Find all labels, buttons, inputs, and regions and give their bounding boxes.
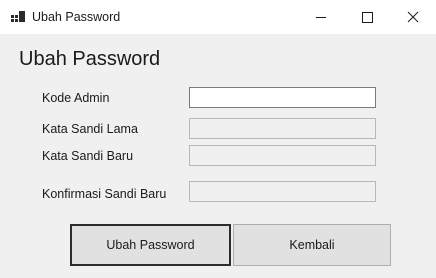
konfirmasi-sandi-baru-label: Konfirmasi Sandi Baru — [42, 187, 167, 201]
kata-sandi-baru-label: Kata Sandi Baru — [42, 149, 134, 163]
close-icon — [407, 11, 419, 23]
minimize-button[interactable] — [298, 0, 344, 34]
kata-sandi-lama-label: Kata Sandi Lama — [42, 122, 138, 136]
minimize-icon — [316, 17, 326, 18]
close-button[interactable] — [390, 0, 436, 34]
ubah-password-button[interactable]: Ubah Password — [70, 224, 231, 266]
kode-admin-input[interactable] — [189, 87, 376, 108]
kembali-button[interactable]: Kembali — [233, 224, 391, 266]
konfirmasi-sandi-baru-input[interactable] — [189, 181, 376, 202]
kata-sandi-baru-input[interactable] — [189, 145, 376, 166]
maximize-icon — [362, 12, 373, 23]
form-heading: Ubah Password — [19, 48, 161, 70]
maximize-button[interactable] — [344, 0, 390, 34]
title-bar[interactable]: Ubah Password — [0, 0, 436, 34]
kode-admin-label: Kode Admin — [42, 91, 110, 105]
kata-sandi-lama-input[interactable] — [189, 118, 376, 139]
app-icon — [11, 11, 25, 23]
ubah-password-window: Ubah Password Ubah Password Kode Admin K… — [0, 0, 436, 278]
window-title: Ubah Password — [32, 10, 121, 24]
form-client-area: Ubah Password Kode Admin Kata Sandi Lama… — [8, 34, 436, 278]
